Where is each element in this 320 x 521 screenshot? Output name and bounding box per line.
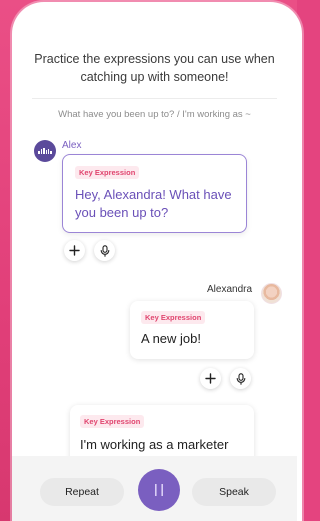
message-bubble-alexandra[interactable]: Key Expression A new job!	[130, 301, 254, 359]
key-expression-badge: Key Expression	[75, 166, 140, 179]
phone-frame: Practice the expressions you can use whe…	[12, 2, 302, 521]
record-button[interactable]	[230, 368, 251, 389]
pause-button[interactable]	[138, 469, 180, 511]
playback-controls: Repeat Speak	[12, 456, 297, 521]
intro-text: Practice the expressions you can use whe…	[12, 50, 297, 86]
mic-icon	[236, 372, 245, 385]
repeat-button[interactable]: Repeat	[40, 478, 124, 506]
plus-icon	[69, 245, 80, 256]
speak-button[interactable]: Speak	[192, 478, 276, 506]
key-expression-badge: Key Expression	[141, 311, 206, 324]
message-bubble-alex[interactable]: Key Expression Hey, Alexandra! What have…	[62, 154, 247, 233]
pause-icon	[155, 484, 163, 496]
intro-line-1: Practice the expressions you can use whe…	[34, 52, 275, 66]
waveform-icon	[38, 148, 52, 154]
message-text: Hey, Alexandra! What have you been up to…	[75, 187, 232, 220]
intro-line-2: catching up with someone!	[80, 70, 229, 84]
mic-icon	[100, 244, 109, 257]
message-text: I'm working as a marketer	[80, 437, 229, 452]
add-expression-button[interactable]	[200, 368, 221, 389]
alexandra-avatar	[261, 283, 282, 304]
speaker-name-alexandra: Alexandra	[207, 284, 253, 295]
plus-icon	[205, 373, 216, 384]
chat-screen: Practice the expressions you can use whe…	[12, 2, 297, 521]
record-button[interactable]	[94, 240, 115, 261]
divider	[32, 98, 277, 99]
lesson-subtitle: What have you been up to? / I'm working …	[58, 109, 251, 120]
add-expression-button[interactable]	[64, 240, 85, 261]
message-text: A new job!	[141, 331, 201, 346]
speaker-name-alex: Alex	[62, 140, 82, 151]
key-expression-badge: Key Expression	[80, 415, 145, 428]
alex-avatar	[34, 140, 56, 162]
